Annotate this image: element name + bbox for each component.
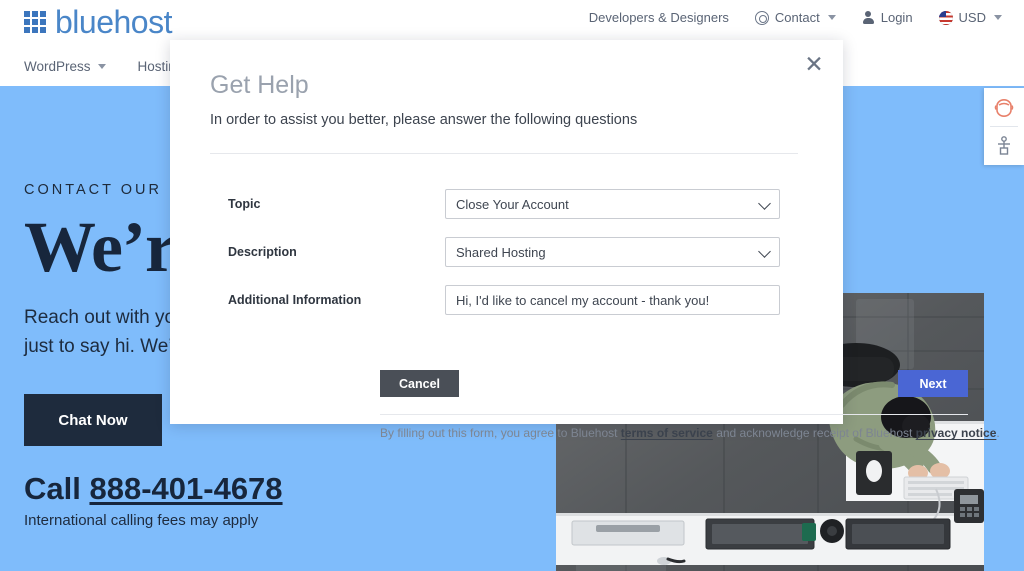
topic-select[interactable]: Close Your Account	[445, 189, 780, 219]
terms-of-service-link[interactable]: terms of service	[621, 426, 713, 440]
accessibility-person-icon	[998, 136, 1010, 155]
nav-contact-label: Contact	[774, 10, 820, 25]
get-help-form: Topic Close Your Account Description Sha…	[170, 180, 843, 324]
side-tab-widget	[984, 88, 1024, 165]
legal-disclaimer: By filling out this form, you agree to B…	[380, 426, 1000, 440]
additional-information-label: Additional Information	[228, 293, 362, 307]
legal-part-1: By filling out this form, you agree to B…	[380, 426, 621, 440]
call-phone-line: Call 888-401-4678	[24, 471, 283, 507]
form-row-additional-information: Additional Information Hi, I'd like to c…	[170, 276, 843, 324]
chevron-down-icon	[994, 15, 1002, 20]
us-flag-icon	[938, 10, 953, 25]
accessibility-button[interactable]	[984, 127, 1024, 165]
nav-item-wordpress-label: WordPress	[24, 58, 91, 74]
avatar-face-button[interactable]	[984, 88, 1024, 126]
cancel-button[interactable]: Cancel	[380, 370, 459, 397]
contact-lens-icon	[754, 10, 769, 25]
phone-number-link[interactable]: 888-401-4678	[89, 471, 282, 506]
international-fees-note: International calling fees may apply	[24, 512, 259, 529]
legal-part-2: and acknowledge receipt of Bluehost	[712, 426, 916, 440]
chevron-down-icon	[97, 63, 106, 69]
nav-currency[interactable]: USD	[938, 10, 1002, 25]
next-button[interactable]: Next	[898, 370, 968, 397]
topic-select-value: Close Your Account	[456, 196, 569, 212]
description-label: Description	[228, 245, 297, 259]
modal-divider-bottom	[380, 414, 968, 415]
hero-eyebrow: CONTACT OUR	[24, 182, 162, 198]
modal-subtitle: In order to assist you better, please an…	[210, 112, 638, 128]
description-select[interactable]: Shared Hosting	[445, 237, 780, 267]
nav-developers-designers-label: Developers & Designers	[588, 10, 729, 25]
get-help-modal: ✕ Get Help In order to assist you better…	[170, 40, 1000, 440]
person-icon	[862, 11, 875, 24]
form-row-topic: Topic Close Your Account	[170, 180, 843, 228]
nav-login-label: Login	[880, 10, 913, 25]
nav-item-wordpress[interactable]: WordPress	[24, 59, 106, 74]
grid-squares-logo-icon	[24, 11, 46, 33]
nav-login[interactable]: Login	[862, 10, 913, 25]
avatar-face-icon	[994, 99, 1014, 117]
chevron-down-icon	[758, 197, 771, 210]
additional-information-value: Hi, I'd like to cancel my account - than…	[456, 292, 710, 308]
nav-currency-label: USD	[958, 10, 986, 25]
form-row-description: Description Shared Hosting	[170, 228, 843, 276]
header-utility-nav: Developers & Designers Contact Login USD	[589, 10, 1002, 25]
nav-developers-designers[interactable]: Developers & Designers	[589, 10, 729, 25]
additional-information-input[interactable]: Hi, I'd like to cancel my account - than…	[445, 285, 780, 315]
bluehost-logo[interactable]: bluehost	[24, 6, 172, 38]
brand-wordmark: bluehost	[55, 4, 172, 40]
description-select-value: Shared Hosting	[456, 244, 546, 260]
modal-divider-top	[210, 153, 798, 154]
privacy-notice-link[interactable]: privacy notice	[916, 426, 997, 440]
call-prefix-label: Call	[24, 471, 81, 506]
modal-title: Get Help	[210, 71, 309, 99]
chat-now-button[interactable]: Chat Now	[24, 394, 162, 446]
close-icon[interactable]: ✕	[800, 50, 828, 78]
nav-contact[interactable]: Contact	[754, 10, 836, 25]
legal-part-3: .	[996, 426, 1000, 440]
topic-label: Topic	[228, 197, 261, 211]
page-root: bluehost Developers & Designers Contact …	[0, 0, 1024, 571]
chevron-down-icon	[827, 15, 836, 20]
chevron-down-icon	[758, 245, 771, 258]
